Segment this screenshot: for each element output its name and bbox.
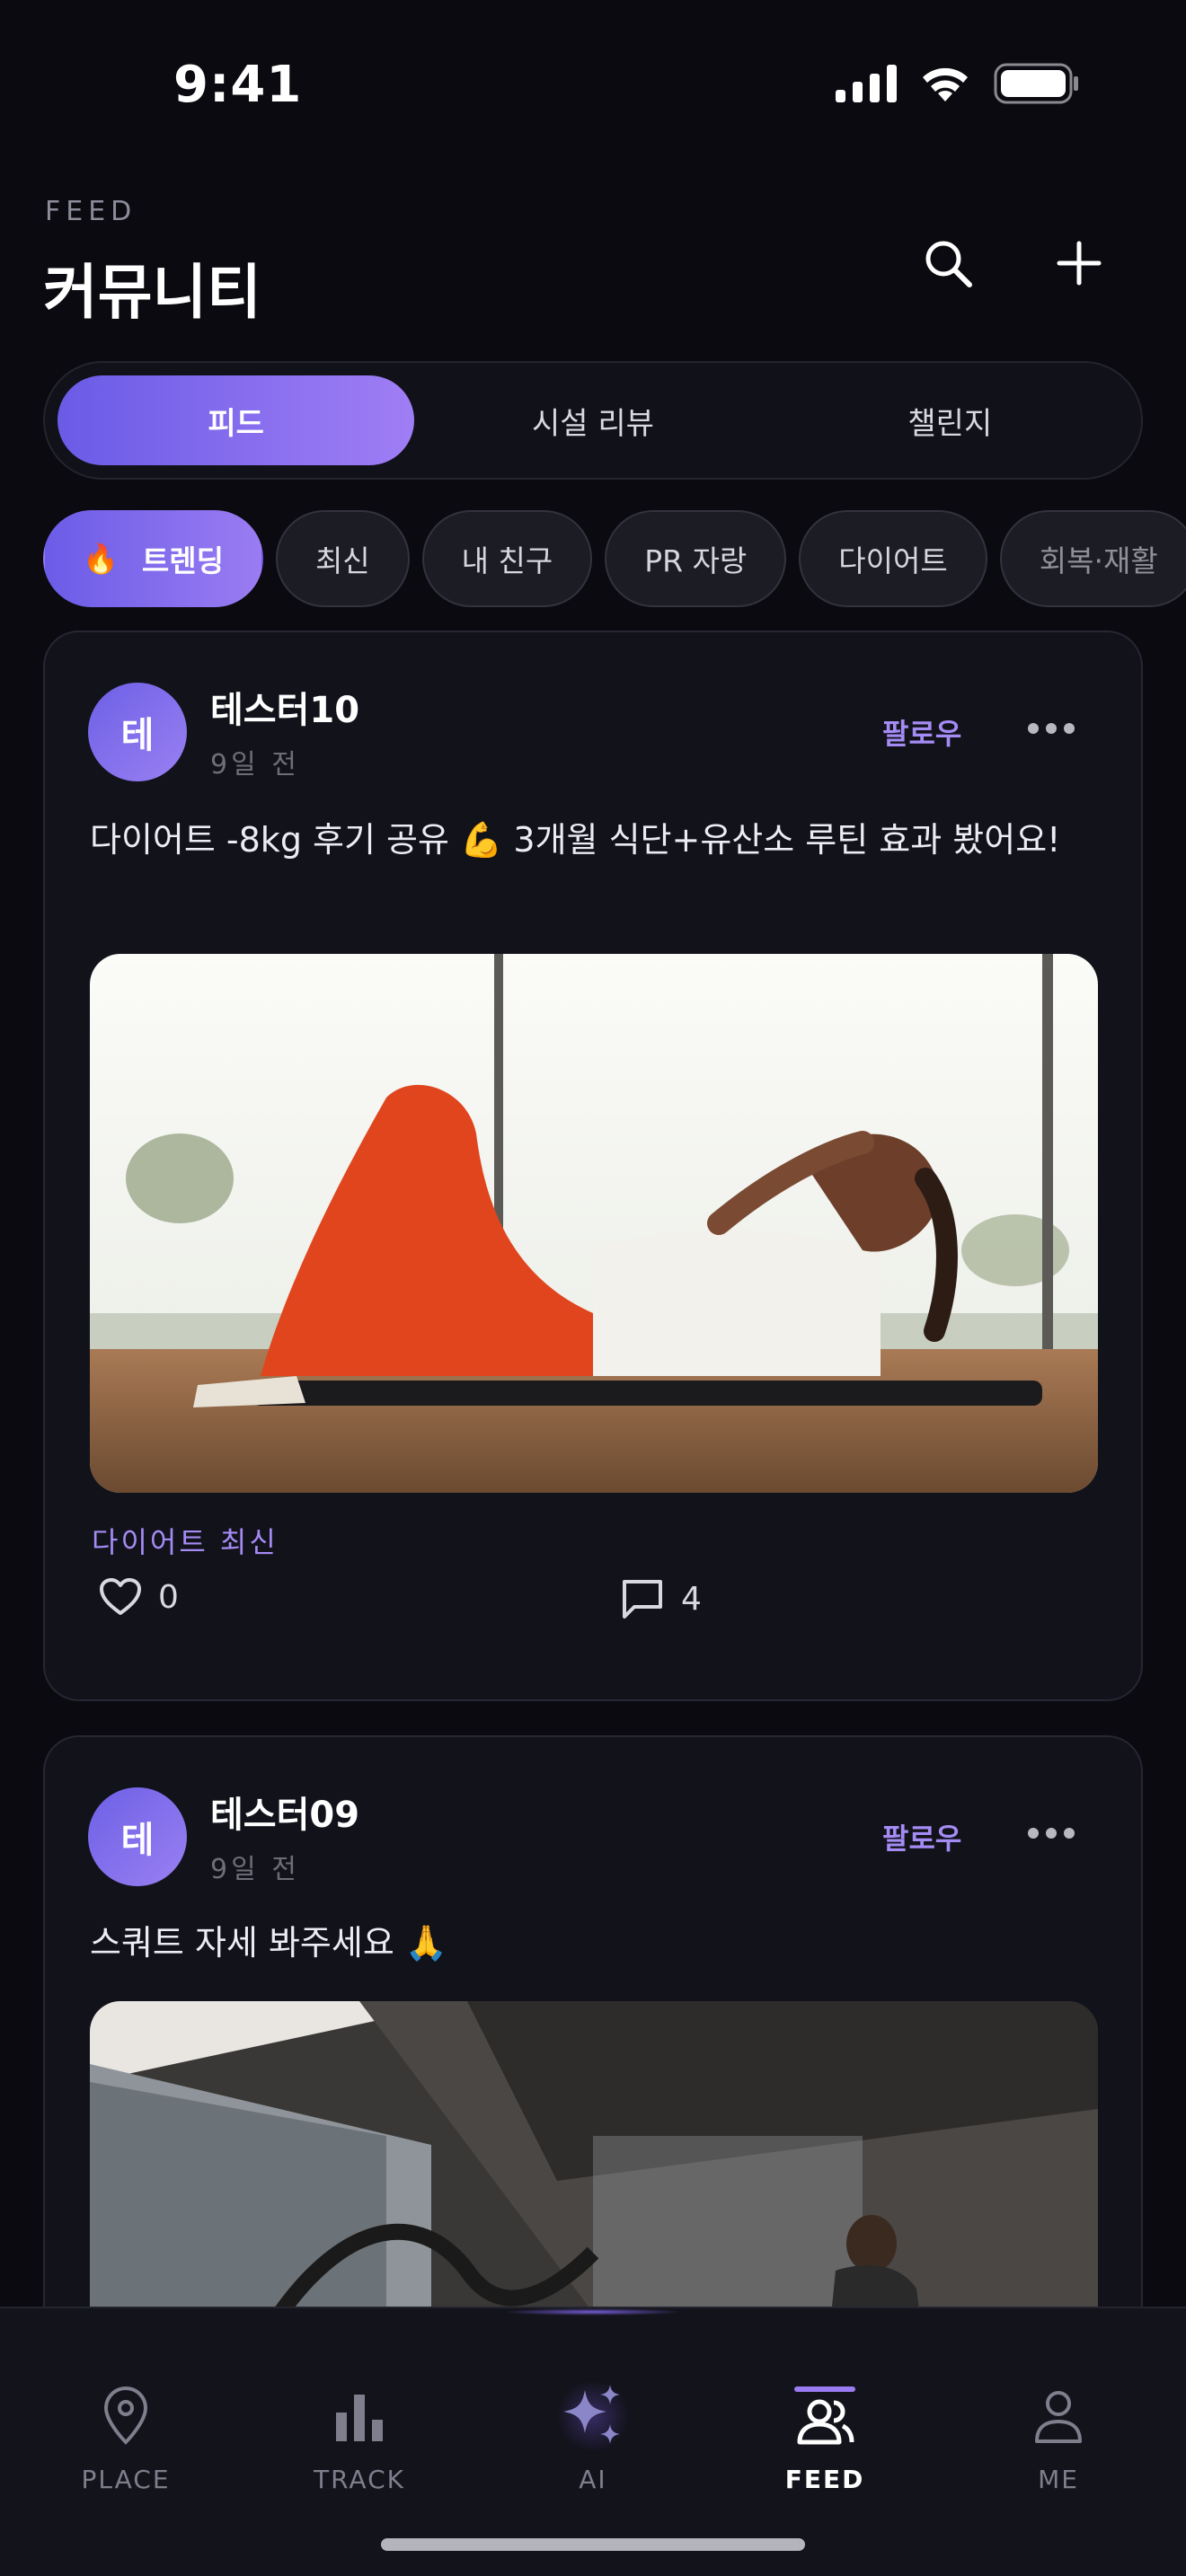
post-author[interactable]: 테스터10: [210, 681, 359, 733]
post-time: 9일 전: [210, 1854, 300, 1885]
tab-feed[interactable]: 피드: [58, 375, 415, 465]
nav-me[interactable]: ME: [969, 2380, 1148, 2494]
person-icon: [1022, 2380, 1094, 2452]
post-photo[interactable]: [90, 954, 1098, 1493]
battery-icon: [994, 63, 1078, 104]
community-icon: [789, 2380, 861, 2452]
nav-ai[interactable]: AI: [503, 2380, 683, 2494]
chip-latest[interactable]: 최신: [275, 510, 410, 607]
cellular-signal-icon: [836, 65, 897, 102]
tab-facility-reviews[interactable]: 시설 리뷰: [414, 375, 771, 465]
more-horizontal-icon: [1028, 723, 1075, 734]
status-time: 9:41: [173, 56, 303, 114]
chip-diet[interactable]: 다이어트: [799, 510, 987, 607]
plus-icon: [1057, 241, 1102, 286]
feed-segment-tabs: 피드 시설 리뷰 챌린지: [43, 361, 1143, 480]
like-count: 0: [158, 1578, 179, 1616]
heart-icon: [100, 1578, 141, 1615]
more-options-button[interactable]: [1015, 706, 1087, 751]
post-card[interactable]: 테 테스터09 9일 전 팔로우 스쿼트 자세 봐주세요 🙏: [43, 1735, 1143, 2310]
post-author[interactable]: 테스터09: [210, 1786, 359, 1838]
avatar[interactable]: 테: [88, 1787, 187, 1886]
post-card[interactable]: 테 테스터10 9일 전 팔로우 다이어트 -8kg 후기 공유 💪 3개월 식…: [43, 631, 1143, 1701]
home-indicator[interactable]: [381, 2538, 805, 2551]
post-photo[interactable]: [90, 2001, 1098, 2310]
comment-count: 4: [681, 1580, 702, 1618]
workout-photo-battle-ropes: [90, 2001, 1098, 2310]
search-button[interactable]: [907, 223, 988, 304]
nav-track[interactable]: TRACK: [270, 2380, 449, 2494]
more-options-button[interactable]: [1015, 1811, 1087, 1856]
nav-label: AI: [579, 2465, 607, 2494]
status-bar: 9:41: [0, 0, 1186, 171]
fire-icon: 🔥: [83, 542, 119, 576]
more-horizontal-icon: [1028, 1828, 1075, 1839]
nav-label: PLACE: [81, 2465, 171, 2494]
avatar[interactable]: 테: [88, 683, 187, 781]
nav-feed[interactable]: FEED: [735, 2380, 915, 2494]
sparkles-icon: [557, 2380, 629, 2452]
search-icon: [925, 241, 972, 287]
status-icons: [836, 63, 1080, 104]
nav-label: FEED: [784, 2465, 865, 2494]
nav-place[interactable]: PLACE: [36, 2380, 216, 2494]
post-time: 9일 전: [210, 749, 300, 781]
chip-pr-brag[interactable]: PR 자랑: [605, 510, 787, 607]
active-glow: [503, 2308, 683, 2316]
bar-chart-icon: [323, 2380, 395, 2452]
nav-label: TRACK: [314, 2465, 405, 2494]
comment-button[interactable]: 4: [620, 1577, 702, 1620]
follow-button[interactable]: 팔로우: [882, 711, 961, 753]
post-text: 스쿼트 자세 봐주세요 🙏: [90, 1923, 448, 1963]
chip-my-friends[interactable]: 내 친구: [421, 510, 593, 607]
add-post-button[interactable]: [1039, 223, 1120, 304]
post-text: 다이어트 -8kg 후기 공유 💪 3개월 식단+유산소 루틴 효과 봤어요!: [90, 820, 1061, 860]
nav-label: ME: [1038, 2465, 1079, 2494]
workout-photo-crunches: [90, 954, 1098, 1493]
post-tags[interactable]: 다이어트 최신: [92, 1520, 279, 1561]
follow-button[interactable]: 팔로우: [882, 1816, 961, 1857]
page-title: 커뮤니티: [43, 258, 261, 327]
chip-trending[interactable]: 🔥 트렌딩: [43, 510, 263, 607]
page-eyebrow: FEED: [45, 196, 137, 227]
page-header: FEED 커뮤니티: [43, 189, 1143, 327]
bottom-nav: PLACE TRACK AI FEED ME: [0, 2307, 1186, 2576]
map-pin-icon: [90, 2380, 162, 2452]
tab-challenges[interactable]: 챌린지: [772, 375, 1128, 465]
chip-recovery[interactable]: 회복·재활: [999, 510, 1186, 607]
chip-label: 트렌딩: [141, 543, 224, 578]
comment-icon: [623, 1580, 662, 1619]
filter-chips: 🔥 트렌딩 최신 내 친구 PR 자랑 다이어트 회복·재활: [43, 510, 1186, 611]
wifi-icon: [923, 67, 968, 101]
like-button[interactable]: 0: [99, 1577, 179, 1617]
